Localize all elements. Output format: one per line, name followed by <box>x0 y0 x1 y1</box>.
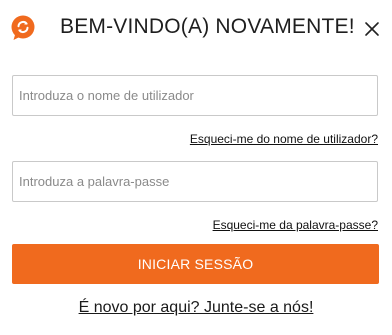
login-button[interactable]: INICIAR SESSÃO <box>12 244 379 284</box>
forgot-password-link[interactable]: Esqueci-me da palavra-passe? <box>213 218 378 232</box>
forgot-username-link[interactable]: Esqueci-me do nome de utilizador? <box>190 132 378 146</box>
username-input[interactable] <box>12 75 378 116</box>
signup-link[interactable]: É novo por aqui? Junte-se a nós! <box>0 299 392 317</box>
chat-bubble-logo-icon <box>11 15 35 40</box>
login-dialog: BEM-VINDO(A) NOVAMENTE! Esqueci-me do no… <box>0 0 392 335</box>
password-input[interactable] <box>12 161 378 202</box>
dialog-header: BEM-VINDO(A) NOVAMENTE! <box>0 0 392 58</box>
dialog-title: BEM-VINDO(A) NOVAMENTE! <box>60 15 355 38</box>
close-icon[interactable] <box>362 19 382 39</box>
